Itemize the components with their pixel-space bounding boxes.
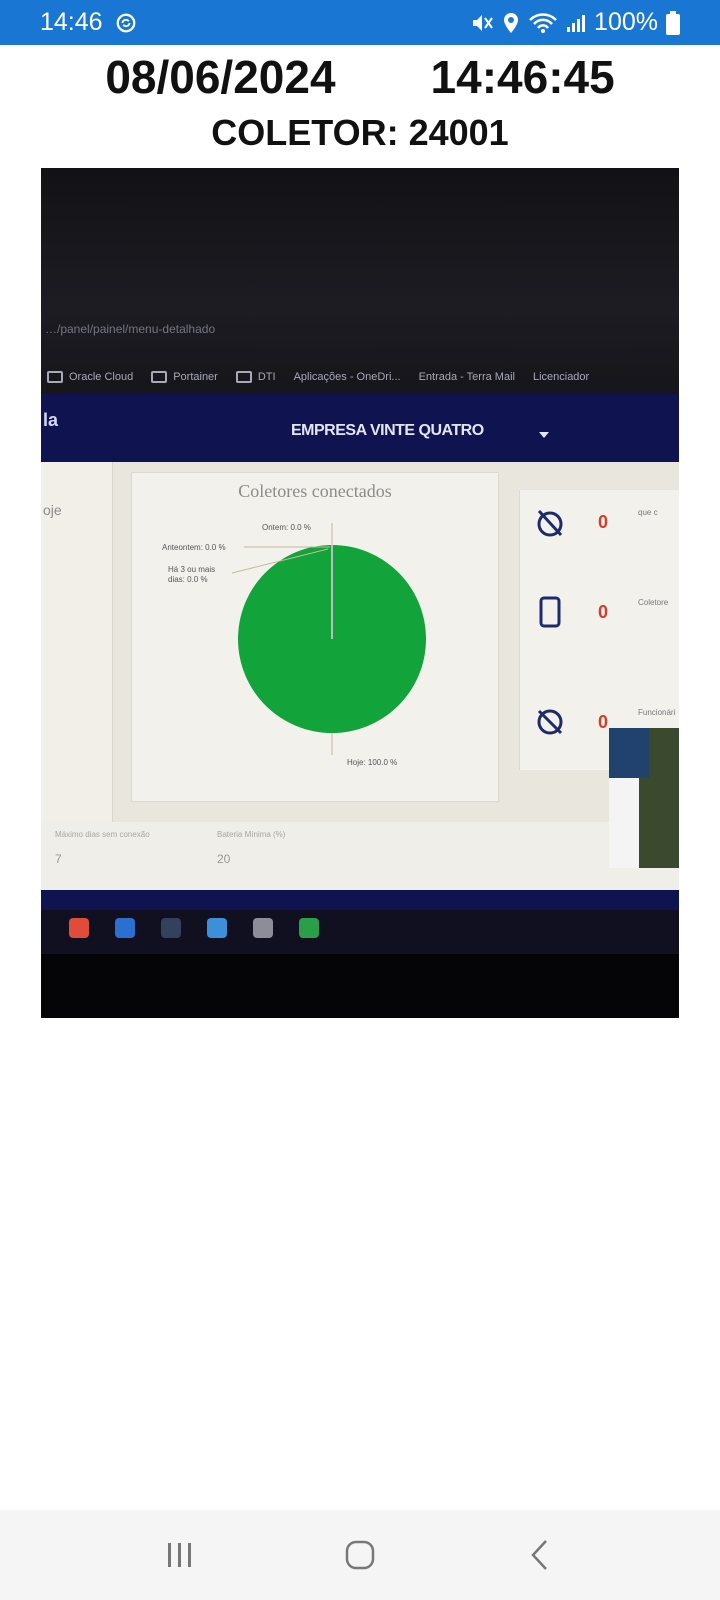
kpi-text: Coletore	[638, 598, 669, 607]
photo-chart-card: Coletores conectados Ontem: 0.0 % Anteon…	[131, 472, 499, 802]
bookmark: Oracle Cloud	[47, 371, 133, 383]
mute-icon	[470, 12, 494, 34]
date-label: 08/06/2024	[105, 51, 336, 103]
bookmark: Portainer	[151, 371, 218, 383]
photo-bookmarks: Oracle Cloud Portainer DTI Aplicações - …	[41, 362, 679, 392]
photo-map-thumb	[609, 728, 679, 868]
status-left: 14:46	[40, 8, 137, 37]
recent-apps-icon	[168, 1543, 191, 1567]
bookmark: Entrada - Terra Mail	[418, 371, 515, 383]
app-icon	[253, 918, 273, 938]
label-anteontem: Anteontem: 0.0 %	[162, 543, 226, 552]
location-icon	[502, 12, 520, 34]
folder-icon	[47, 371, 63, 383]
wifi-icon	[528, 12, 558, 34]
bookmark: Aplicações - OneDri...	[293, 371, 401, 383]
kpi-item: 0 que c	[520, 490, 679, 570]
chrome-icon	[69, 918, 89, 938]
photo-app-bar: la EMPRESA VINTE QUATRO	[41, 394, 679, 462]
kpi-text: Funcionári	[638, 708, 676, 717]
label-tres-dias-2: dias: 0.0 %	[168, 575, 208, 584]
battery-percent: 100%	[594, 8, 658, 36]
app-icon	[299, 918, 319, 938]
chevron-down-icon	[539, 432, 549, 438]
kpi-item: 0 Coletore	[520, 580, 679, 660]
folder-icon	[235, 371, 252, 383]
home-button[interactable]	[330, 1525, 390, 1585]
photo-company-name: EMPRESA VINTE QUATRO	[291, 422, 484, 439]
photo-dashboard: oje Coletores conectados Ontem: 0.0 % An…	[41, 462, 679, 922]
kpi-text: que c	[638, 508, 658, 517]
datetime-header: 08/06/2024 14:46:45	[0, 50, 720, 110]
battery-icon	[666, 10, 680, 35]
kpi-value: 0	[598, 602, 609, 622]
status-right: 100%	[470, 8, 680, 37]
label-tres-dias-1: Há 3 ou mais	[168, 565, 216, 574]
time-label: 14:46:45	[430, 51, 615, 103]
sync-off-icon	[534, 706, 566, 738]
signal-icon	[566, 13, 586, 33]
home-icon	[345, 1540, 375, 1570]
navigation-bar	[0, 1510, 720, 1600]
photo-url-text: …/panel/painel/menu-detalhado	[45, 322, 216, 336]
captured-photo: …/panel/painel/menu-detalhado Oracle Clo…	[41, 168, 679, 1018]
status-bar: 14:46 100%	[0, 0, 720, 45]
folder-icon	[151, 371, 168, 383]
alarm-off-icon	[534, 506, 566, 538]
app-icon	[115, 918, 135, 938]
label-hoje: Hoje: 100.0 %	[347, 758, 398, 767]
pie-chart	[231, 523, 426, 755]
app-icon	[161, 918, 181, 938]
photo-desk	[41, 954, 679, 1018]
back-icon	[531, 1540, 547, 1570]
bookmark: Licenciador	[532, 371, 590, 383]
photo-taskbar	[41, 890, 679, 954]
collector-label: COLETOR: 24001	[211, 112, 509, 153]
photo-brand: la	[43, 410, 59, 430]
back-button[interactable]	[510, 1525, 570, 1585]
kpi-value: 0	[598, 712, 609, 732]
kpi-value: 0	[598, 512, 609, 532]
photo-left-card: oje	[41, 462, 113, 822]
phone-icon	[534, 596, 566, 628]
bookmark: DTI	[235, 371, 276, 383]
recent-apps-button[interactable]	[150, 1525, 210, 1585]
app-icon	[207, 918, 227, 938]
sync-icon	[115, 12, 137, 34]
status-time: 14:46	[40, 8, 103, 36]
label-ontem: Ontem: 0.0 %	[262, 523, 311, 532]
